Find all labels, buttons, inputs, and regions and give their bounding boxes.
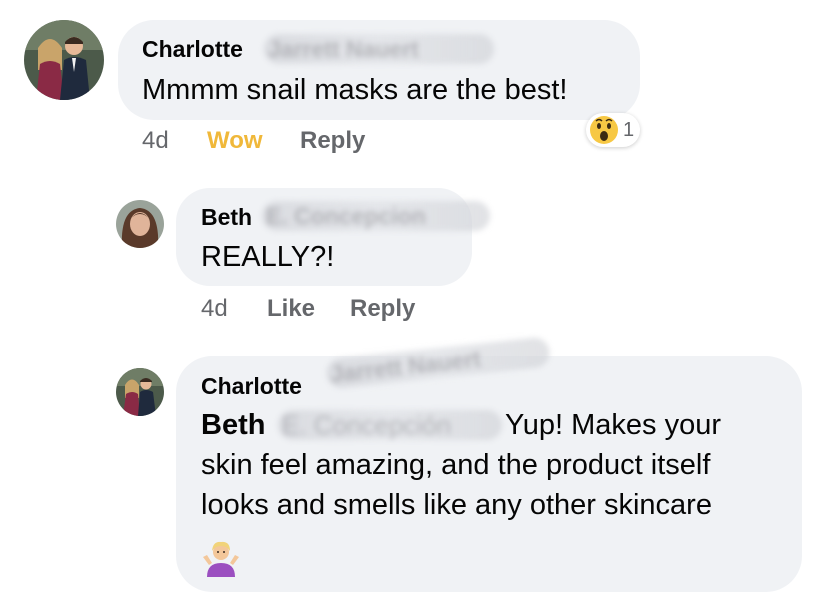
mention-name[interactable]: Beth <box>201 405 265 445</box>
like-button[interactable]: Like <box>267 295 315 323</box>
comment-author-name[interactable]: Beth <box>201 204 252 231</box>
comment-text: Mmmm snail masks are the best! <box>142 74 568 106</box>
reply-button[interactable]: Reply <box>300 127 365 155</box>
avatar[interactable] <box>24 20 104 100</box>
wow-reaction-button[interactable]: Wow <box>207 127 263 155</box>
comment-author-name[interactable]: Charlotte <box>142 36 243 63</box>
comment-text: REALLY?! <box>201 241 335 273</box>
comment-timestamp[interactable]: 4d <box>201 295 228 323</box>
reaction-count: 1 <box>623 118 635 141</box>
reaction-summary[interactable]: 1 <box>586 113 641 147</box>
wow-face-icon <box>589 115 619 145</box>
reply-button[interactable]: Reply <box>350 295 415 323</box>
redacted-name: Jarrett Nauert <box>264 34 494 64</box>
person-shrugging-icon <box>201 537 241 577</box>
comment-timestamp[interactable]: 4d <box>142 127 169 155</box>
comment-author-name[interactable]: Charlotte <box>201 373 302 400</box>
redacted-mention: E. Concepción <box>278 410 502 440</box>
comment-text-line: looks and smells like any other skincare <box>201 489 712 521</box>
comment-text-line: Yup! Makes your <box>505 409 721 441</box>
redacted-name: E. Concepcion <box>262 201 490 231</box>
comment-text-line: skin feel amazing, and the product itsel… <box>201 449 711 481</box>
avatar[interactable] <box>116 200 164 248</box>
avatar[interactable] <box>116 368 164 416</box>
